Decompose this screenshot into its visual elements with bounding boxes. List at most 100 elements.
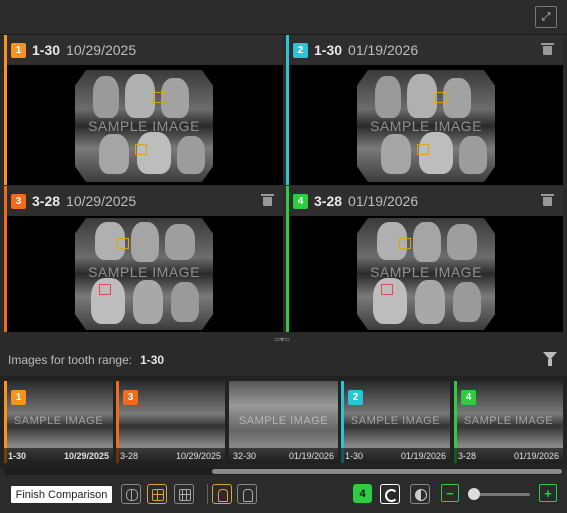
panel-accent [286, 35, 289, 185]
sample-watermark: SAMPLE IMAGE [463, 415, 554, 427]
tooth-shape [93, 76, 119, 118]
tooth-shape [407, 74, 437, 118]
thumbnail-strip: 1 SAMPLE IMAGE 1-30 10/29/2025 3 3-28 10… [0, 376, 567, 468]
thumbnail-tooth-range: 3-28 [120, 451, 139, 461]
thumbnail-badge: 3 [123, 390, 138, 405]
trash-icon[interactable] [541, 43, 554, 55]
tooth-shape [177, 136, 205, 174]
annotation-marker[interactable] [381, 284, 393, 295]
panel-tooth-range: 3-28 [314, 193, 343, 209]
annotation-marker[interactable] [117, 238, 129, 249]
annotation-marker[interactable] [417, 144, 429, 155]
thumbnail-badge: 1 [11, 390, 26, 405]
sample-watermark: SAMPLE IMAGE [370, 264, 482, 280]
tooth-shape [381, 134, 411, 174]
thumbnail-tooth-range: 1-30 [8, 451, 27, 461]
annotation-marker[interactable] [135, 144, 147, 155]
tooth-shape [99, 134, 129, 174]
thumbnail-5[interactable]: 4 SAMPLE IMAGE 3-28 01/19/2026 [454, 381, 563, 463]
comparison-panel-2[interactable]: 2 1-30 01/19/2026 SAMPLE IMAGE [286, 35, 563, 185]
thumbnail-tooth-range: 3-28 [458, 451, 477, 461]
thumbnail-tooth-range: 1-30 [345, 451, 364, 461]
thumbnail-footer: 32-30 01/19/2026 [229, 448, 338, 463]
thumbnail-footer: 1-30 01/19/2026 [341, 448, 450, 463]
panel-badge: 3 [11, 193, 26, 209]
contrast-icon[interactable] [410, 484, 430, 504]
annotation-marker[interactable] [399, 238, 411, 249]
panel-date: 01/19/2026 [348, 193, 419, 209]
tooth-shape [443, 78, 471, 118]
panel-date: 10/29/2025 [66, 193, 137, 209]
thumbnail-tooth-range: 32-30 [233, 451, 257, 461]
thumbnail-4[interactable]: 2 SAMPLE IMAGE 1-30 01/19/2026 [341, 381, 450, 463]
sync-icon[interactable] [380, 484, 400, 504]
range-value: 1-30 [140, 353, 165, 367]
thumbnail-date: 10/29/2025 [175, 451, 221, 461]
thumbnail-date: 01/19/2026 [400, 451, 446, 461]
tooth-shape [125, 74, 155, 118]
xray-viewport[interactable]: SAMPLE IMAGE [4, 65, 283, 185]
scrollbar-thumb[interactable] [212, 469, 562, 474]
layout-2x2-icon[interactable] [147, 484, 167, 504]
comparison-panel-3[interactable]: 3 3-28 10/29/2025 SAMPLE IMAGE [4, 186, 283, 332]
thumbnail-3[interactable]: SAMPLE IMAGE 32-30 01/19/2026 [229, 381, 338, 463]
zoom-in-button[interactable]: + [539, 484, 557, 502]
panel-badge: 2 [293, 42, 308, 58]
panel-accent [4, 186, 7, 332]
comparison-panel-1[interactable]: 1 1-30 10/29/2025 SAMPLE IMAGE [4, 35, 283, 185]
panel-accent [4, 35, 7, 185]
trash-icon[interactable] [261, 194, 274, 206]
thumbnail-footer: 3-28 01/19/2026 [454, 448, 563, 463]
panel-badge: 4 [293, 193, 308, 209]
xray-image: SAMPLE IMAGE [75, 70, 213, 182]
tooth-shape [447, 224, 477, 260]
annotation-marker[interactable] [99, 284, 111, 295]
comparison-panel-4[interactable]: 4 3-28 01/19/2026 SAMPLE IMAGE [286, 186, 563, 332]
xray-viewport[interactable]: SAMPLE IMAGE [286, 65, 563, 185]
tooth-shape [413, 222, 441, 262]
tooth-shape [171, 282, 199, 322]
panel-date: 01/19/2026 [348, 42, 419, 58]
annotation-marker[interactable] [435, 92, 447, 103]
panel-header: 4 3-28 01/19/2026 [286, 186, 563, 216]
sample-watermark: SAMPLE IMAGE [88, 118, 200, 134]
panel-badge: 1 [11, 42, 26, 58]
sample-watermark: SAMPLE IMAGE [238, 415, 329, 427]
tooth-range-bar: Images for tooth range: 1-30 [0, 345, 567, 375]
finish-comparison-button[interactable]: Finish Comparison [11, 486, 112, 503]
annotation-marker[interactable] [153, 92, 165, 103]
tooth-outline-icon[interactable] [237, 484, 257, 504]
viewer-header [0, 0, 567, 34]
zoom-out-button[interactable]: − [441, 484, 459, 502]
thumbnail-badge: 4 [461, 390, 476, 405]
tooth-shape [131, 222, 159, 262]
thumbnail-date: 01/19/2026 [513, 451, 559, 461]
layout-2-columns-icon[interactable] [121, 484, 141, 504]
thumbnail-2[interactable]: 3 3-28 10/29/2025 [116, 381, 225, 463]
thumbnail-badge: 2 [348, 390, 363, 405]
filter-icon[interactable] [543, 352, 557, 366]
xray-viewport[interactable]: SAMPLE IMAGE [286, 216, 563, 332]
panel-header: 2 1-30 01/19/2026 [286, 35, 563, 65]
panel-tooth-range: 1-30 [32, 42, 61, 58]
panel-header: 1 1-30 10/29/2025 [4, 35, 283, 65]
range-label: Images for tooth range: [8, 353, 133, 367]
sample-watermark: SAMPLE IMAGE [13, 415, 104, 427]
trash-icon[interactable] [541, 194, 554, 206]
tooth-shape [165, 224, 195, 260]
thumbnail-footer: 1-30 10/29/2025 [4, 448, 113, 463]
thumbnail-date: 10/29/2025 [63, 451, 109, 461]
thumbnail-footer: 3-28 10/29/2025 [116, 448, 225, 463]
tooth-shape [453, 282, 481, 322]
tooth-shape [375, 76, 401, 118]
tooth-shape [133, 280, 163, 324]
resize-handle[interactable]: ═▾═ [270, 336, 294, 344]
expand-icon[interactable]: ⤢ [535, 6, 557, 28]
zoom-slider-handle[interactable] [468, 488, 480, 500]
thumbnail-1[interactable]: 1 SAMPLE IMAGE 1-30 10/29/2025 [4, 381, 113, 463]
xray-viewport[interactable]: SAMPLE IMAGE [4, 216, 283, 332]
layout-grid-icon[interactable] [174, 484, 194, 504]
sample-watermark: SAMPLE IMAGE [350, 415, 441, 427]
tooth-icon[interactable] [212, 484, 232, 504]
xray-image: SAMPLE IMAGE [75, 218, 213, 330]
